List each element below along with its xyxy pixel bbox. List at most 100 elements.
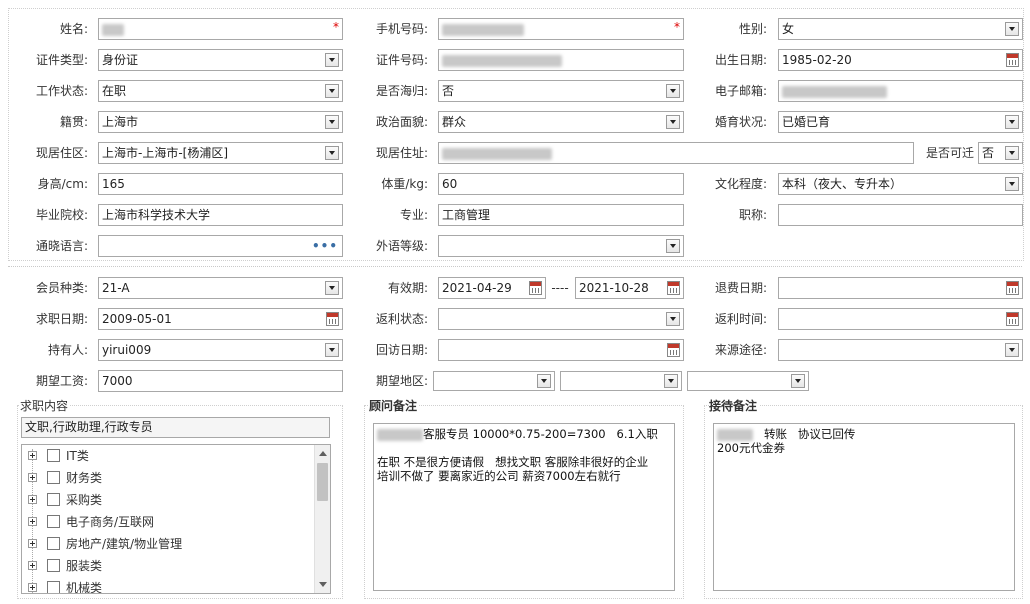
expand-icon[interactable]	[28, 583, 37, 592]
member-type-select[interactable]: 21-A	[98, 277, 343, 299]
calendar-icon[interactable]	[326, 312, 339, 326]
more-options-icon[interactable]: •••	[312, 236, 338, 256]
region-district-select[interactable]	[687, 371, 809, 391]
salary-input[interactable]: 7000	[98, 370, 343, 392]
validity-separator: ----	[551, 281, 569, 295]
email-input[interactable]	[778, 80, 1023, 102]
chevron-down-icon[interactable]	[1005, 177, 1019, 191]
calendar-icon[interactable]	[1006, 312, 1019, 326]
reception-notes-textarea[interactable]: 转账 协议已回传 200元代金券	[713, 423, 1015, 591]
chevron-down-icon[interactable]	[666, 84, 680, 98]
checkbox[interactable]	[47, 581, 60, 593]
gender-select[interactable]: 女	[778, 18, 1023, 40]
birth-date-input[interactable]: 1985-02-20	[778, 49, 1023, 71]
school-input[interactable]: 上海市科学技术大学	[98, 204, 343, 226]
chevron-down-icon[interactable]	[325, 146, 339, 160]
chevron-down-icon[interactable]	[325, 281, 339, 295]
job-category-tree[interactable]: IT类 财务类 采购类 电子商务/互联网 房地产/建筑/物业管理 服装类 机械类	[21, 444, 331, 594]
job-title-input[interactable]	[778, 204, 1023, 226]
address-input[interactable]	[438, 142, 914, 164]
scrollbar-thumb[interactable]	[317, 463, 328, 501]
checkbox[interactable]	[47, 449, 60, 462]
work-status-select[interactable]: 在职	[98, 80, 343, 102]
region-city-select[interactable]	[560, 371, 682, 391]
checkbox[interactable]	[47, 515, 60, 528]
birth-date-value: 1985-02-20	[782, 53, 852, 67]
chevron-down-icon[interactable]	[1005, 343, 1019, 357]
political-select[interactable]: 群众	[438, 111, 684, 133]
native-place-select[interactable]: 上海市	[98, 111, 343, 133]
education-select[interactable]: 本科（夜大、专升本）	[778, 173, 1023, 195]
validity-end-input[interactable]: 2021-10-28	[575, 277, 684, 299]
chevron-down-icon[interactable]	[537, 374, 551, 388]
checkbox[interactable]	[47, 471, 60, 484]
foreign-level-select[interactable]	[438, 235, 684, 257]
holder-label: 持有人:	[47, 343, 88, 357]
chevron-down-icon[interactable]	[325, 115, 339, 129]
rebate-status-label: 返利状态:	[375, 312, 428, 326]
school-label: 毕业院校:	[35, 208, 88, 222]
chevron-down-icon[interactable]	[1005, 115, 1019, 129]
region-province-select[interactable]	[433, 371, 555, 391]
native-place-value: 上海市	[102, 115, 139, 129]
major-input[interactable]: 工商管理	[438, 204, 684, 226]
id-type-select[interactable]: 身份证	[98, 49, 343, 71]
expand-icon[interactable]	[28, 451, 37, 460]
salary-value: 7000	[102, 374, 133, 388]
rebate-status-select[interactable]	[438, 308, 684, 330]
marital-select[interactable]: 已婚已育	[778, 111, 1023, 133]
id-number-input[interactable]	[438, 49, 684, 71]
scroll-down-arrow-icon[interactable]	[319, 582, 327, 587]
expand-icon[interactable]	[28, 473, 37, 482]
checkbox[interactable]	[47, 559, 60, 572]
chevron-down-icon[interactable]	[325, 343, 339, 357]
mobile-input[interactable]: *	[438, 18, 684, 40]
id-number-label: 证件号码:	[375, 53, 428, 67]
residence-area-select[interactable]: 上海市-上海市-[杨浦区]	[98, 142, 343, 164]
advisor-notes-textarea[interactable]: 客服专员 10000*0.75-200=7300 6.1入职 在职 不是很方便请…	[373, 423, 675, 591]
tree-scrollbar[interactable]	[314, 445, 330, 593]
chevron-down-icon[interactable]	[664, 374, 678, 388]
chevron-down-icon[interactable]	[666, 115, 680, 129]
calendar-icon[interactable]	[1006, 53, 1019, 67]
job-date-input[interactable]: 2009-05-01	[98, 308, 343, 330]
calendar-icon[interactable]	[1006, 281, 1019, 295]
chevron-down-icon[interactable]	[325, 53, 339, 67]
relocate-select[interactable]: 否	[978, 142, 1023, 164]
checkbox[interactable]	[47, 537, 60, 550]
expand-icon[interactable]	[28, 495, 37, 504]
returnee-value: 否	[442, 84, 455, 98]
foreign-level-label: 外语等级:	[375, 239, 428, 253]
calendar-icon[interactable]	[529, 281, 542, 295]
job-content-selected[interactable]: 文职,行政助理,行政专员	[21, 417, 330, 438]
chevron-down-icon[interactable]	[1005, 146, 1019, 160]
name-input[interactable]: *	[98, 18, 343, 40]
calendar-icon[interactable]	[667, 343, 680, 357]
expand-icon[interactable]	[28, 517, 37, 526]
scroll-up-arrow-icon[interactable]	[319, 451, 327, 456]
calendar-icon[interactable]	[667, 281, 680, 295]
chevron-down-icon[interactable]	[666, 239, 680, 253]
height-input[interactable]: 165	[98, 173, 343, 195]
tree-item-label: 财务类	[66, 471, 103, 485]
job-content-title: 求职内容	[20, 397, 71, 415]
redacted-text	[442, 54, 562, 67]
advisor-notes-title: 顾问备注	[369, 397, 420, 415]
native-place-label: 籍贯:	[59, 115, 88, 129]
chevron-down-icon[interactable]	[791, 374, 805, 388]
weight-input[interactable]: 60	[438, 173, 684, 195]
checkbox[interactable]	[47, 493, 60, 506]
chevron-down-icon[interactable]	[325, 84, 339, 98]
chevron-down-icon[interactable]	[666, 312, 680, 326]
expand-icon[interactable]	[28, 539, 37, 548]
chevron-down-icon[interactable]	[1005, 22, 1019, 36]
holder-select[interactable]: yirui009	[98, 339, 343, 361]
returnee-select[interactable]: 否	[438, 80, 684, 102]
validity-start-input[interactable]: 2021-04-29	[438, 277, 546, 299]
refund-date-input[interactable]	[778, 277, 1023, 299]
rebate-time-input[interactable]	[778, 308, 1023, 330]
source-select[interactable]	[778, 339, 1023, 361]
expand-icon[interactable]	[28, 561, 37, 570]
language-input[interactable]: •••	[98, 235, 343, 257]
visit-date-input[interactable]	[438, 339, 684, 361]
